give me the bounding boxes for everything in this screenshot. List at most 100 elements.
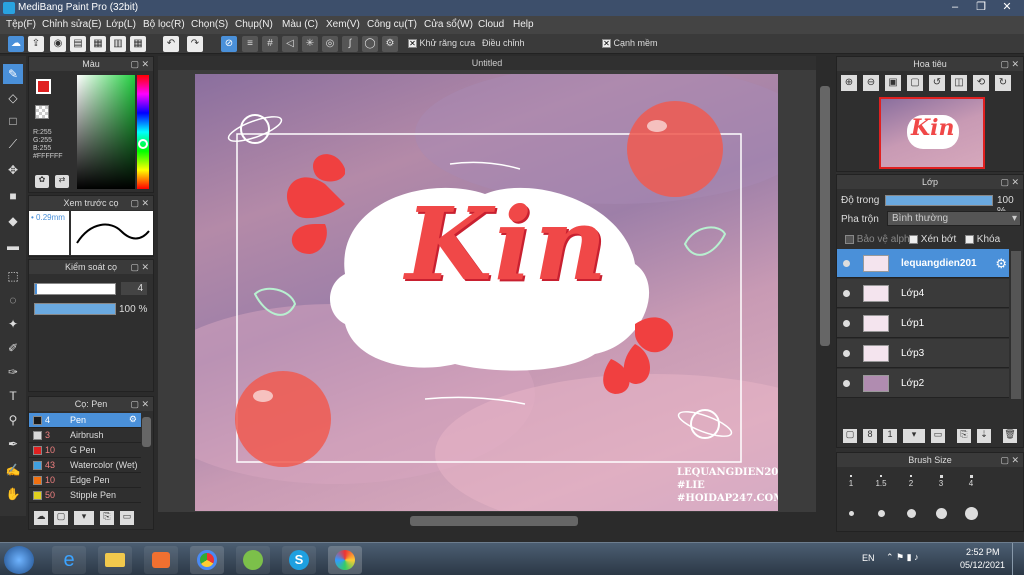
media-player-icon[interactable] — [144, 546, 178, 574]
brush-tool-icon[interactable]: ✎ — [3, 64, 23, 84]
start-button[interactable] — [4, 546, 34, 574]
panel-icon[interactable]: ▥ — [110, 36, 126, 52]
secondary-color-swatch[interactable] — [35, 105, 49, 119]
close-icon[interactable]: ✕ — [994, 0, 1020, 15]
show-desktop-button[interactable] — [1012, 543, 1024, 575]
folder-icon[interactable]: ▭ — [931, 429, 945, 443]
gradient-tool-icon[interactable]: ▬ — [3, 236, 23, 256]
hue-slider[interactable] — [137, 75, 149, 189]
grid-icon[interactable]: ▦ — [130, 36, 146, 52]
fill-rect-icon[interactable]: ■ — [3, 186, 23, 206]
brush-size-dot[interactable] — [867, 503, 895, 527]
menu-select[interactable]: Chọn(S) — [191, 19, 228, 30]
brush-size-option[interactable]: 1 — [837, 471, 865, 495]
share-icon[interactable]: ⇪ — [28, 36, 44, 52]
parallel-snap-icon[interactable]: ≡ — [242, 36, 258, 52]
select-tool-icon[interactable]: ⬚ — [3, 266, 23, 286]
radial-snap-icon[interactable]: ✳ — [302, 36, 318, 52]
brush-size-slider[interactable] — [34, 283, 116, 295]
layer-item[interactable]: lequangdien201 ⚙ — [837, 249, 1009, 278]
move-tool-icon[interactable]: ✥ — [3, 160, 23, 180]
circle-snap-icon[interactable]: ◎ — [322, 36, 338, 52]
layer-item[interactable]: Lớp3 — [837, 339, 1009, 368]
new-1bit-layer-icon[interactable]: 1 — [883, 429, 897, 443]
bucket-tool-icon[interactable]: ◆ — [3, 211, 23, 231]
menu-tools[interactable]: Công cụ(T) — [367, 19, 417, 30]
menu-window[interactable]: Cửa sổ(W) — [424, 19, 473, 30]
magic-wand-icon[interactable]: ✦ — [3, 314, 23, 334]
eye-icon[interactable] — [843, 350, 850, 357]
brush-cloud-icon[interactable]: ☁ — [34, 511, 48, 525]
ellipse-snap-icon[interactable]: ◯ — [362, 36, 378, 52]
document-tab[interactable]: Untitled — [158, 56, 816, 70]
menu-color[interactable]: Màu (C) — [282, 19, 318, 30]
horizontal-scroll-thumb[interactable] — [410, 516, 578, 526]
menu-view[interactable]: Xem(V) — [326, 19, 360, 30]
brush-item-airbrush[interactable]: 3 Airbrush — [29, 428, 141, 443]
panel-close-icon[interactable]: ▢ ✕ — [1000, 57, 1019, 71]
maximize-icon[interactable]: ❐ — [968, 0, 994, 15]
navigator-preview[interactable]: Kin — [879, 97, 985, 169]
select-eraser-icon[interactable]: ✑ — [3, 362, 23, 382]
brush-size-option[interactable]: 3 — [927, 471, 955, 495]
reset-icon[interactable]: ⟲ — [973, 75, 989, 91]
panel-close-icon[interactable]: ▢ ✕ — [130, 397, 149, 411]
brush-size-dot[interactable] — [897, 503, 925, 527]
add-brush-icon[interactable]: ▾ — [74, 511, 94, 525]
text-tool-icon[interactable]: T — [3, 386, 23, 406]
brush-opacity-slider[interactable] — [34, 303, 116, 315]
layer-item[interactable]: Lớp1 — [837, 309, 1009, 338]
clipping-checkbox[interactable] — [909, 234, 918, 244]
vertical-scroll-thumb[interactable] — [820, 86, 830, 346]
rotate-right-icon[interactable]: ↻ — [995, 75, 1011, 91]
brush-item-stipple-pen[interactable]: 50 Stipple Pen — [29, 488, 141, 503]
protect-alpha-checkbox[interactable] — [845, 234, 854, 244]
cross-snap-icon[interactable]: # — [262, 36, 278, 52]
select-pen-icon[interactable]: ✐ — [3, 338, 23, 358]
antialias-checkbox[interactable]: ✕ — [408, 39, 417, 49]
menu-layer[interactable]: Lớp(L) — [106, 19, 136, 30]
explorer-icon[interactable] — [98, 546, 132, 574]
saturation-value-picker[interactable] — [77, 75, 135, 189]
panel-close-icon[interactable]: ▢ ✕ — [1000, 453, 1019, 467]
panel-close-icon[interactable]: ▢ ✕ — [130, 260, 149, 274]
skype-icon[interactable]: S — [282, 546, 316, 574]
brush-item-watercolor[interactable]: 43 Watercolor (Wet) — [29, 458, 141, 473]
merge-layer-icon[interactable]: ⇣ — [977, 429, 991, 443]
rect-tool-icon[interactable]: □ — [3, 111, 23, 131]
eye-icon[interactable] — [843, 320, 850, 327]
panel-close-icon[interactable]: ▢ ✕ — [1000, 175, 1019, 189]
no-snap-icon[interactable]: ⊘ — [221, 36, 237, 52]
brush-size-value[interactable]: 4 — [121, 282, 147, 295]
comment-icon[interactable]: ◉ — [50, 36, 66, 52]
document-icon[interactable]: ▤ — [70, 36, 86, 52]
vertical-scrollbar[interactable] — [816, 56, 834, 518]
blend-mode-select[interactable]: Bình thường ▾ — [887, 211, 1021, 226]
brush-size-dot[interactable] — [837, 503, 865, 527]
layer-opacity-slider[interactable] — [885, 195, 993, 206]
brush-size-dot[interactable] — [957, 503, 985, 527]
brush-list-scrollbar[interactable] — [142, 417, 151, 447]
hand-tool-icon[interactable]: ✋ — [3, 484, 23, 504]
divide-tool-icon[interactable]: ⚲ — [3, 410, 23, 430]
material-icon[interactable]: ▦ — [90, 36, 106, 52]
minimize-icon[interactable]: – — [942, 0, 968, 15]
lasso-tool-icon[interactable]: ◌ — [3, 290, 23, 310]
horizontal-scrollbar[interactable] — [158, 512, 816, 530]
eye-icon[interactable] — [843, 290, 850, 297]
menu-help[interactable]: Help — [513, 19, 534, 30]
snap-settings-icon[interactable]: ⚙ — [382, 36, 398, 52]
medibang-icon[interactable] — [328, 546, 362, 574]
delete-layer-icon[interactable]: 🗑 — [1003, 429, 1017, 443]
operation-tool-icon[interactable]: ✍ — [3, 460, 23, 480]
copy-brush-icon[interactable]: ⎘ — [100, 511, 114, 525]
brush-size-option[interactable]: 1.5 — [867, 471, 895, 495]
add-layer-menu-icon[interactable]: ▾ — [903, 429, 925, 443]
menu-cloud[interactable]: Cloud — [478, 19, 504, 30]
palette-icon[interactable]: ✿ — [35, 175, 49, 188]
zoom-in-icon[interactable]: ⊕ — [841, 75, 857, 91]
dot-tool-icon[interactable]: ⟋ — [3, 134, 23, 154]
brush-item-pen[interactable]: 4 Pen ⚙ — [29, 413, 141, 428]
menu-filter[interactable]: Bộ lọc(R) — [143, 19, 185, 30]
language-indicator[interactable]: EN — [862, 553, 875, 563]
